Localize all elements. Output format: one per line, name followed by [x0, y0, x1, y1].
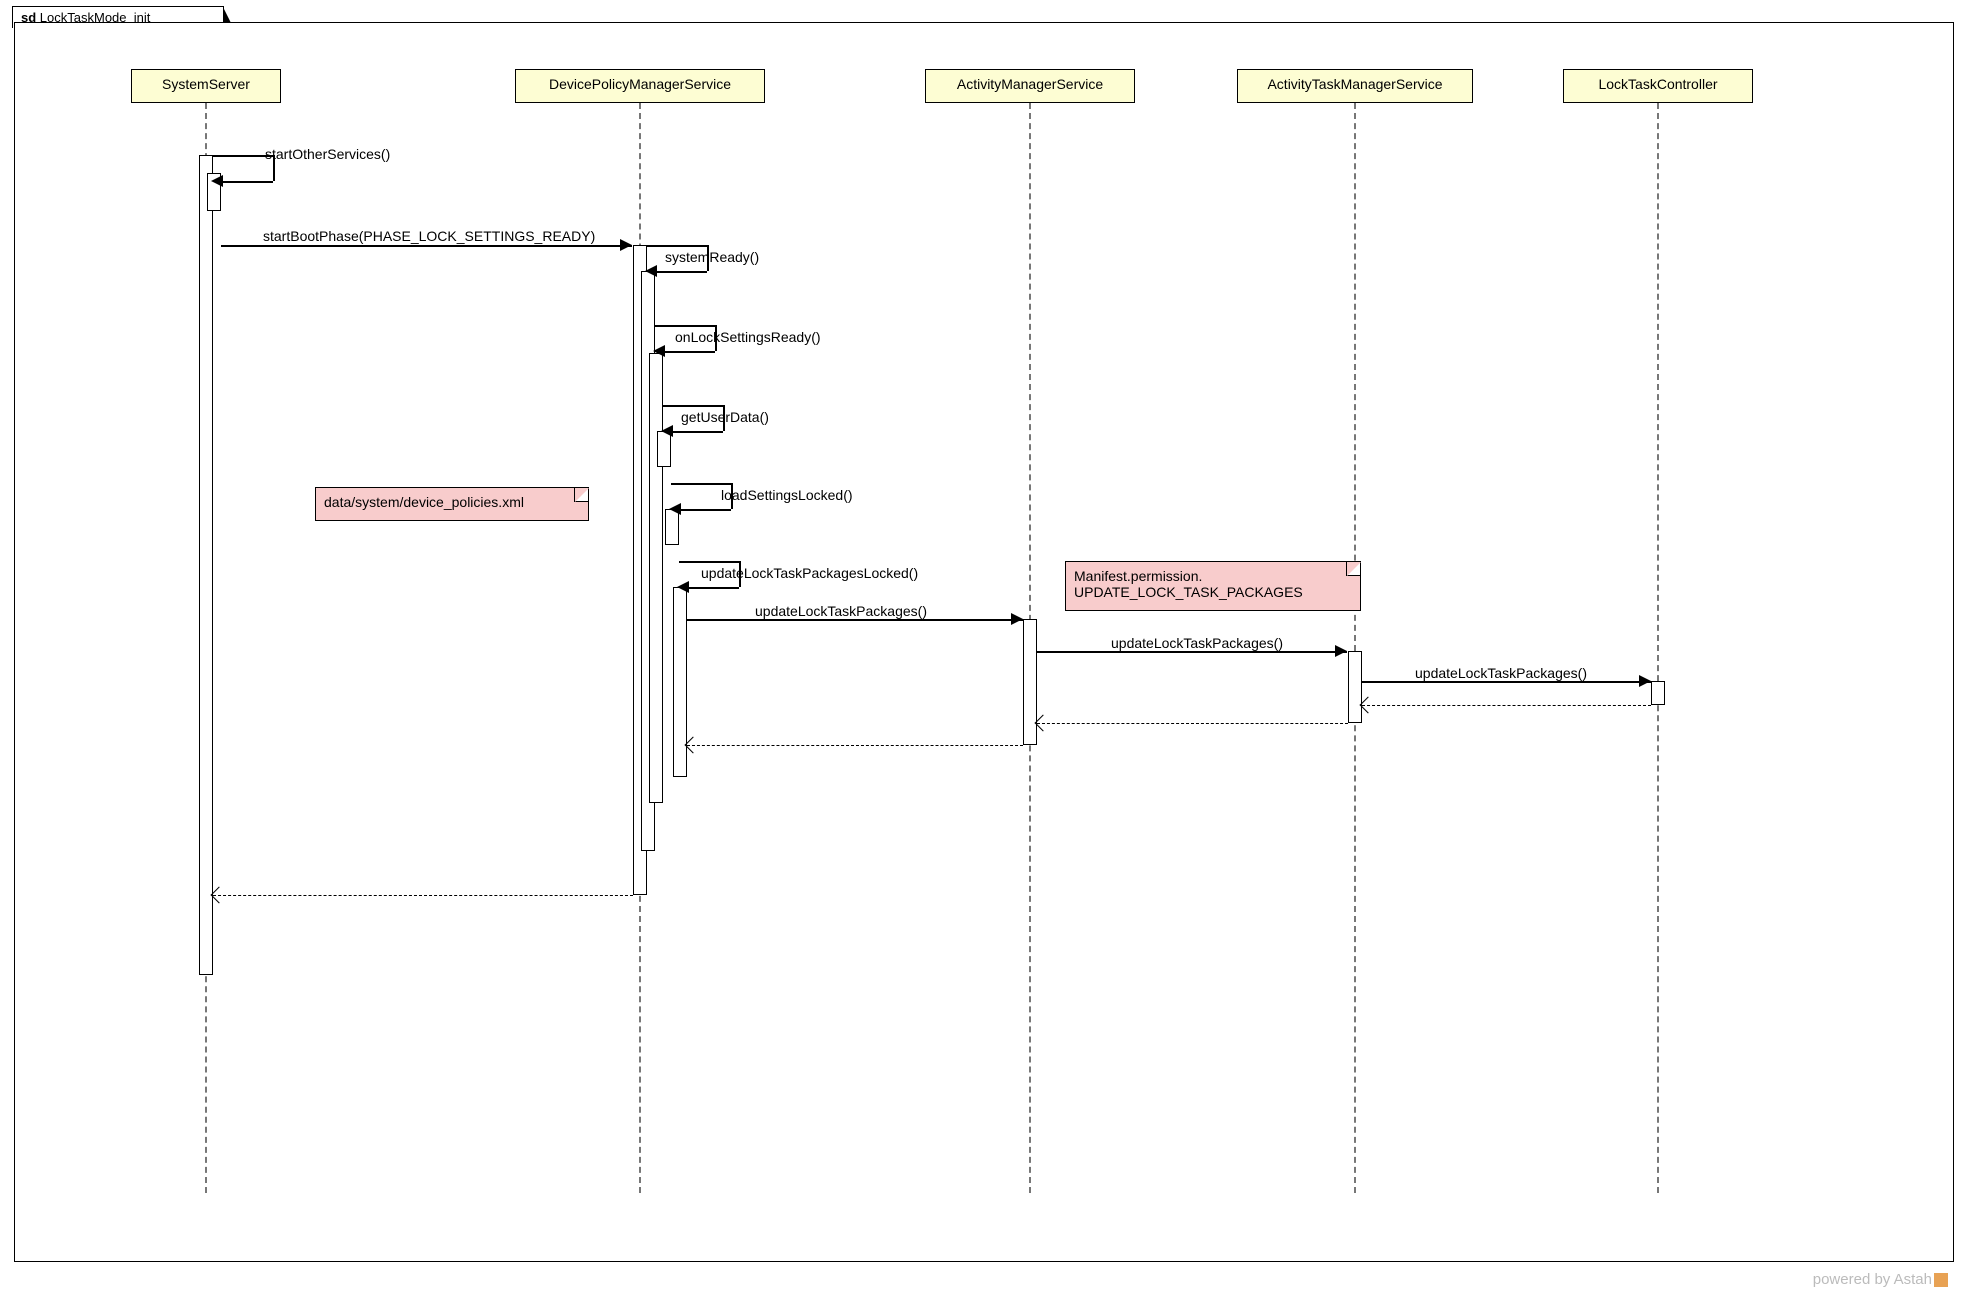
arrow-icon [620, 239, 632, 251]
label-systemready: systemReady() [665, 249, 759, 265]
note-device-policies-xml: data/system/device_policies.xml [315, 487, 589, 521]
lifeline-dash-l5 [1657, 103, 1659, 1193]
lifeline-locktaskcontroller: LockTaskController [1563, 69, 1753, 103]
label-startbootphase: startBootPhase(PHASE_LOCK_SETTINGS_READY… [263, 228, 595, 244]
lifeline-dash-l4 [1354, 103, 1356, 1193]
lifeline-activitymanagerservice: ActivityManagerService [925, 69, 1135, 103]
message-updatelocktaskpackages-ltc [1362, 681, 1651, 683]
astah-icon [1934, 1273, 1948, 1287]
label-onlocksettingsready: onLockSettingsReady() [675, 329, 821, 345]
message-updatelocktaskpackages-ams [687, 619, 1023, 621]
label-startotherservices: startOtherServices() [265, 146, 390, 162]
label-getuserdata: getUserData() [681, 409, 769, 425]
arrow-icon [1639, 675, 1651, 687]
activation-l5 [1651, 681, 1665, 705]
label-loadsettingslocked: loadSettingsLocked() [721, 487, 853, 503]
note-manifest-permission: Manifest.permission. UPDATE_LOCK_TASK_PA… [1065, 561, 1361, 611]
return-dpms-ss [213, 895, 633, 896]
label-updatelocktaskpackageslocked: updateLockTaskPackagesLocked() [701, 565, 918, 581]
message-updatelocktaskpackages-atms [1037, 651, 1347, 653]
activation-l2-ultpl [673, 587, 687, 777]
lifeline-systemserver: SystemServer [131, 69, 281, 103]
open-arrow-icon [211, 887, 228, 904]
diagram-frame: SystemServer DevicePolicyManagerService … [14, 22, 1954, 1262]
arrow-icon [1335, 645, 1347, 657]
return-ltc-atms [1362, 705, 1651, 706]
arrow-icon [1011, 613, 1023, 625]
return-ams-dpms [687, 745, 1023, 746]
activation-l1-main [199, 155, 213, 975]
activation-l3 [1023, 619, 1037, 745]
diagram-canvas: sd LockTaskMode_init SystemServer Device… [0, 0, 1968, 1298]
label-updatelocktaskpackages-atms: updateLockTaskPackages() [1111, 635, 1283, 651]
activation-l4 [1348, 651, 1362, 723]
lifeline-devicepolicymanagerservice: DevicePolicyManagerService [515, 69, 765, 103]
open-arrow-icon [1360, 697, 1377, 714]
message-startbootphase [221, 245, 632, 247]
lifeline-activitytaskmanagerservice: ActivityTaskManagerService [1237, 69, 1473, 103]
label-updatelocktaskpackages-ltc: updateLockTaskPackages() [1415, 665, 1587, 681]
activation-l2-olsr [649, 353, 663, 803]
open-arrow-icon [685, 737, 702, 754]
label-updatelocktaskpackages-ams: updateLockTaskPackages() [755, 603, 927, 619]
return-atms-ams [1037, 723, 1348, 724]
open-arrow-icon [1035, 715, 1052, 732]
watermark: powered by Astah [1813, 1271, 1948, 1288]
